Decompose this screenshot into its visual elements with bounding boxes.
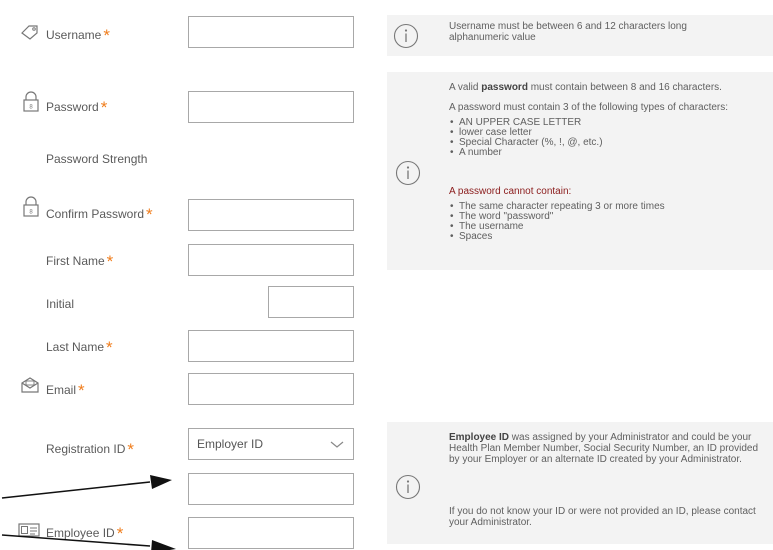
employee-id-help-panel: Employee ID was assigned by your Adminis… bbox=[387, 422, 773, 544]
list-item: Spaces bbox=[449, 232, 749, 243]
last-name-input[interactable] bbox=[188, 330, 354, 362]
info-icon bbox=[395, 160, 421, 191]
list-item: A number bbox=[449, 148, 749, 159]
username-label: Username * bbox=[46, 26, 110, 45]
required-mark: * bbox=[127, 440, 134, 459]
required-mark: * bbox=[78, 381, 85, 400]
required-mark: * bbox=[103, 26, 110, 45]
employee-id-help-para1: Employee ID was assigned by your Adminis… bbox=[449, 432, 759, 465]
password-help-line1: A valid password must contain between 8 … bbox=[449, 82, 722, 93]
registration-id-select[interactable]: Employer ID bbox=[188, 428, 354, 460]
employee-id-input[interactable] bbox=[188, 517, 354, 549]
required-mark: * bbox=[100, 98, 108, 117]
password-cannot-list: The same character repeating 3 or more t… bbox=[449, 202, 749, 243]
svg-text:8: 8 bbox=[29, 105, 33, 111]
tag-icon bbox=[20, 24, 40, 40]
arrow-to-employer-id bbox=[1, 481, 151, 499]
arrow-to-employee-id bbox=[1, 534, 151, 547]
confirm-password-input[interactable] bbox=[188, 199, 354, 231]
initial-input[interactable] bbox=[268, 286, 354, 318]
required-mark: * bbox=[146, 205, 153, 224]
employer-id-input[interactable] bbox=[188, 473, 354, 505]
password-help-line2: A password must contain 3 of the followi… bbox=[449, 102, 729, 113]
employee-id-help-para2: If you do not know your ID or were not p… bbox=[449, 506, 756, 528]
last-name-label: Last Name * bbox=[46, 338, 113, 357]
first-name-label: First Name * bbox=[46, 252, 114, 271]
registration-id-selected: Employer ID bbox=[197, 437, 264, 451]
arrow-head bbox=[150, 475, 172, 489]
first-name-input[interactable] bbox=[188, 244, 354, 276]
username-input[interactable] bbox=[188, 16, 354, 48]
username-help-panel: Username must be between 6 and 12 charac… bbox=[387, 15, 773, 56]
email-input[interactable] bbox=[188, 373, 354, 405]
confirm-password-label: Confirm Password * bbox=[46, 205, 153, 224]
password-label: Password * bbox=[46, 98, 108, 117]
svg-text:8: 8 bbox=[29, 210, 33, 216]
chevron-down-icon bbox=[329, 436, 345, 455]
password-cannot-heading: A password cannot contain: bbox=[449, 186, 572, 197]
password-input[interactable] bbox=[188, 91, 354, 123]
email-label: Email * bbox=[46, 381, 85, 400]
password-strength-label: Password Strength bbox=[46, 152, 148, 166]
list-item: The username bbox=[449, 222, 749, 233]
envelope-icon bbox=[20, 376, 40, 394]
password-must-list: AN UPPER CASE LETTER lower case letter S… bbox=[449, 118, 749, 159]
lock-icon: 8 bbox=[22, 91, 40, 113]
lock-icon: 8 bbox=[22, 196, 40, 218]
registration-id-label: Registration ID * bbox=[46, 440, 134, 459]
annotation-arrows bbox=[1, 475, 176, 550]
initial-label: Initial bbox=[46, 297, 75, 311]
info-icon bbox=[393, 23, 419, 54]
username-help-text: Username must be between 6 and 12 charac… bbox=[449, 21, 687, 43]
required-mark: * bbox=[106, 252, 114, 271]
password-help-panel: A valid password must contain between 8 … bbox=[387, 72, 773, 270]
info-icon bbox=[395, 474, 421, 505]
required-mark: * bbox=[106, 338, 113, 357]
arrow-head bbox=[151, 540, 176, 550]
